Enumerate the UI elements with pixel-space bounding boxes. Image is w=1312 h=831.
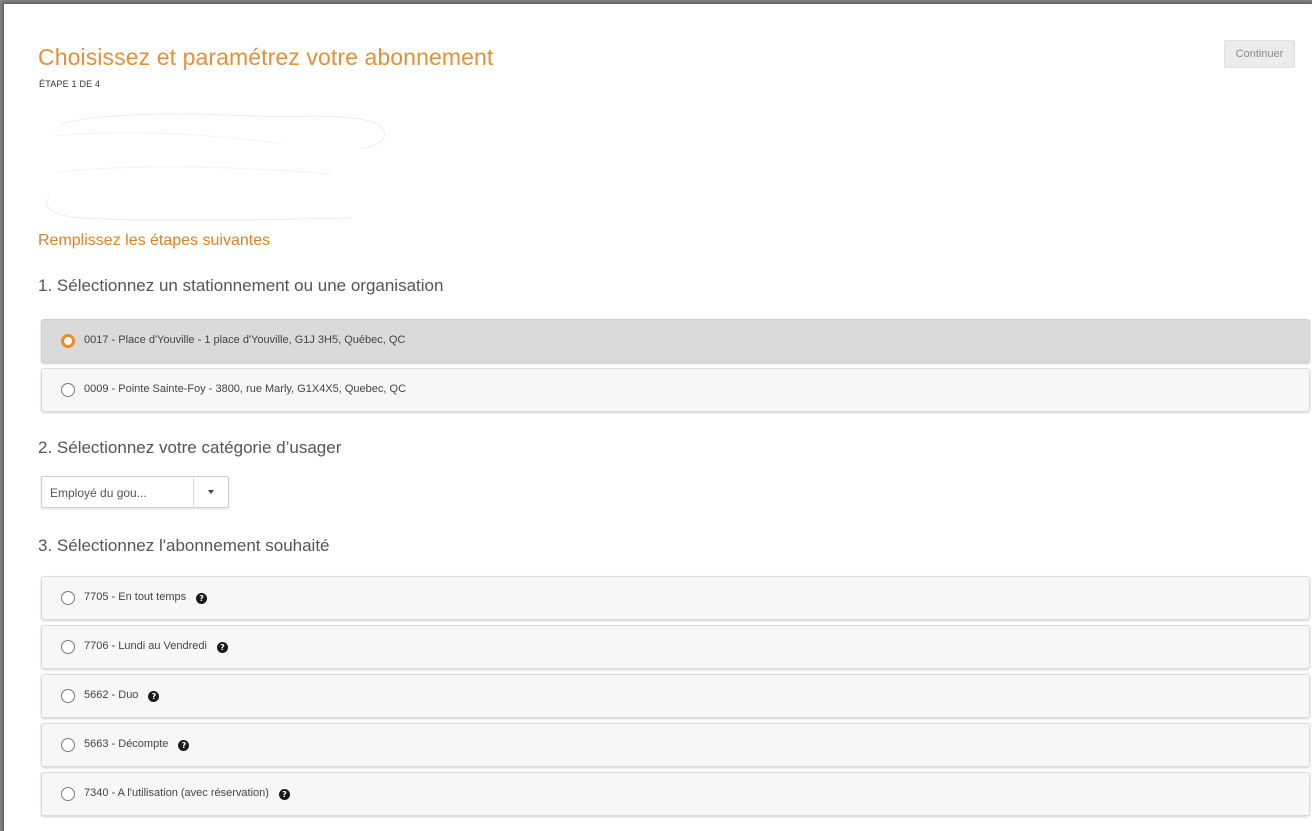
- subscription-option[interactable]: 7705 - En tout temps?: [41, 576, 1310, 620]
- parking-option-label: 0009 - Pointe Sainte-Foy - 3800, rue Mar…: [84, 383, 407, 395]
- radio-unchecked-icon[interactable]: [61, 787, 75, 801]
- section-subscription-heading: 3. Sélectionnez l'abonnement souhaité: [38, 536, 330, 555]
- subscription-option-label: 5662 - Duo: [84, 689, 139, 701]
- user-category-select[interactable]: Employé du gou...: [41, 476, 229, 508]
- radio-unchecked-icon[interactable]: [61, 591, 75, 605]
- redacted-area: [36, 104, 392, 222]
- radio-checked-icon[interactable]: [61, 334, 75, 348]
- section-category-heading: 2. Sélectionnez votre catégorie d’usager: [38, 438, 342, 457]
- question-circle-icon[interactable]: ?: [278, 789, 290, 800]
- subscription-option-label: 5663 - Décompte: [84, 738, 169, 750]
- radio-unchecked-icon[interactable]: [61, 640, 75, 654]
- subscription-option[interactable]: 5663 - Décompte?: [41, 723, 1310, 767]
- parking-option[interactable]: 0009 - Pointe Sainte-Foy - 3800, rue Mar…: [41, 368, 1310, 412]
- caret-down-icon: [208, 490, 214, 494]
- subscription-option[interactable]: 7340 - A l'utilisation (avec réservation…: [41, 772, 1310, 816]
- step-indicator: ÉTAPE 1 DE 4: [39, 79, 101, 89]
- select-toggle[interactable]: [193, 477, 228, 507]
- question-circle-icon[interactable]: ?: [196, 593, 208, 604]
- subscription-option[interactable]: 7706 - Lundi au Vendredi?: [41, 625, 1310, 669]
- radio-unchecked-icon[interactable]: [61, 383, 75, 397]
- section-parking-heading: 1. Sélectionnez un stationnement ou une …: [38, 276, 444, 295]
- subscription-option-label: 7705 - En tout temps: [84, 591, 187, 603]
- steps-subtitle: Remplissez les étapes suivantes: [38, 232, 271, 249]
- question-circle-icon[interactable]: ?: [178, 740, 190, 751]
- continue-button[interactable]: Continuer: [1224, 40, 1295, 68]
- question-circle-icon[interactable]: ?: [148, 691, 160, 702]
- page-title: Choisissez et paramétrez votre abonnemen…: [38, 44, 494, 70]
- question-circle-icon[interactable]: ?: [216, 642, 228, 653]
- user-category-value: Employé du gou...: [50, 486, 147, 500]
- radio-unchecked-icon[interactable]: [61, 738, 75, 752]
- page-frame: Choisissez et paramétrez votre abonnemen…: [4, 4, 1312, 831]
- subscription-option-label: 7706 - Lundi au Vendredi: [84, 640, 207, 652]
- subscription-option[interactable]: 5662 - Duo?: [41, 674, 1310, 718]
- subscription-option-label: 7340 - A l'utilisation (avec réservation…: [84, 787, 269, 799]
- radio-unchecked-icon[interactable]: [61, 689, 75, 703]
- parking-option[interactable]: 0017 - Place d'Youville - 1 place d'Youv…: [41, 319, 1310, 363]
- parking-option-label: 0017 - Place d'Youville - 1 place d'Youv…: [84, 334, 406, 346]
